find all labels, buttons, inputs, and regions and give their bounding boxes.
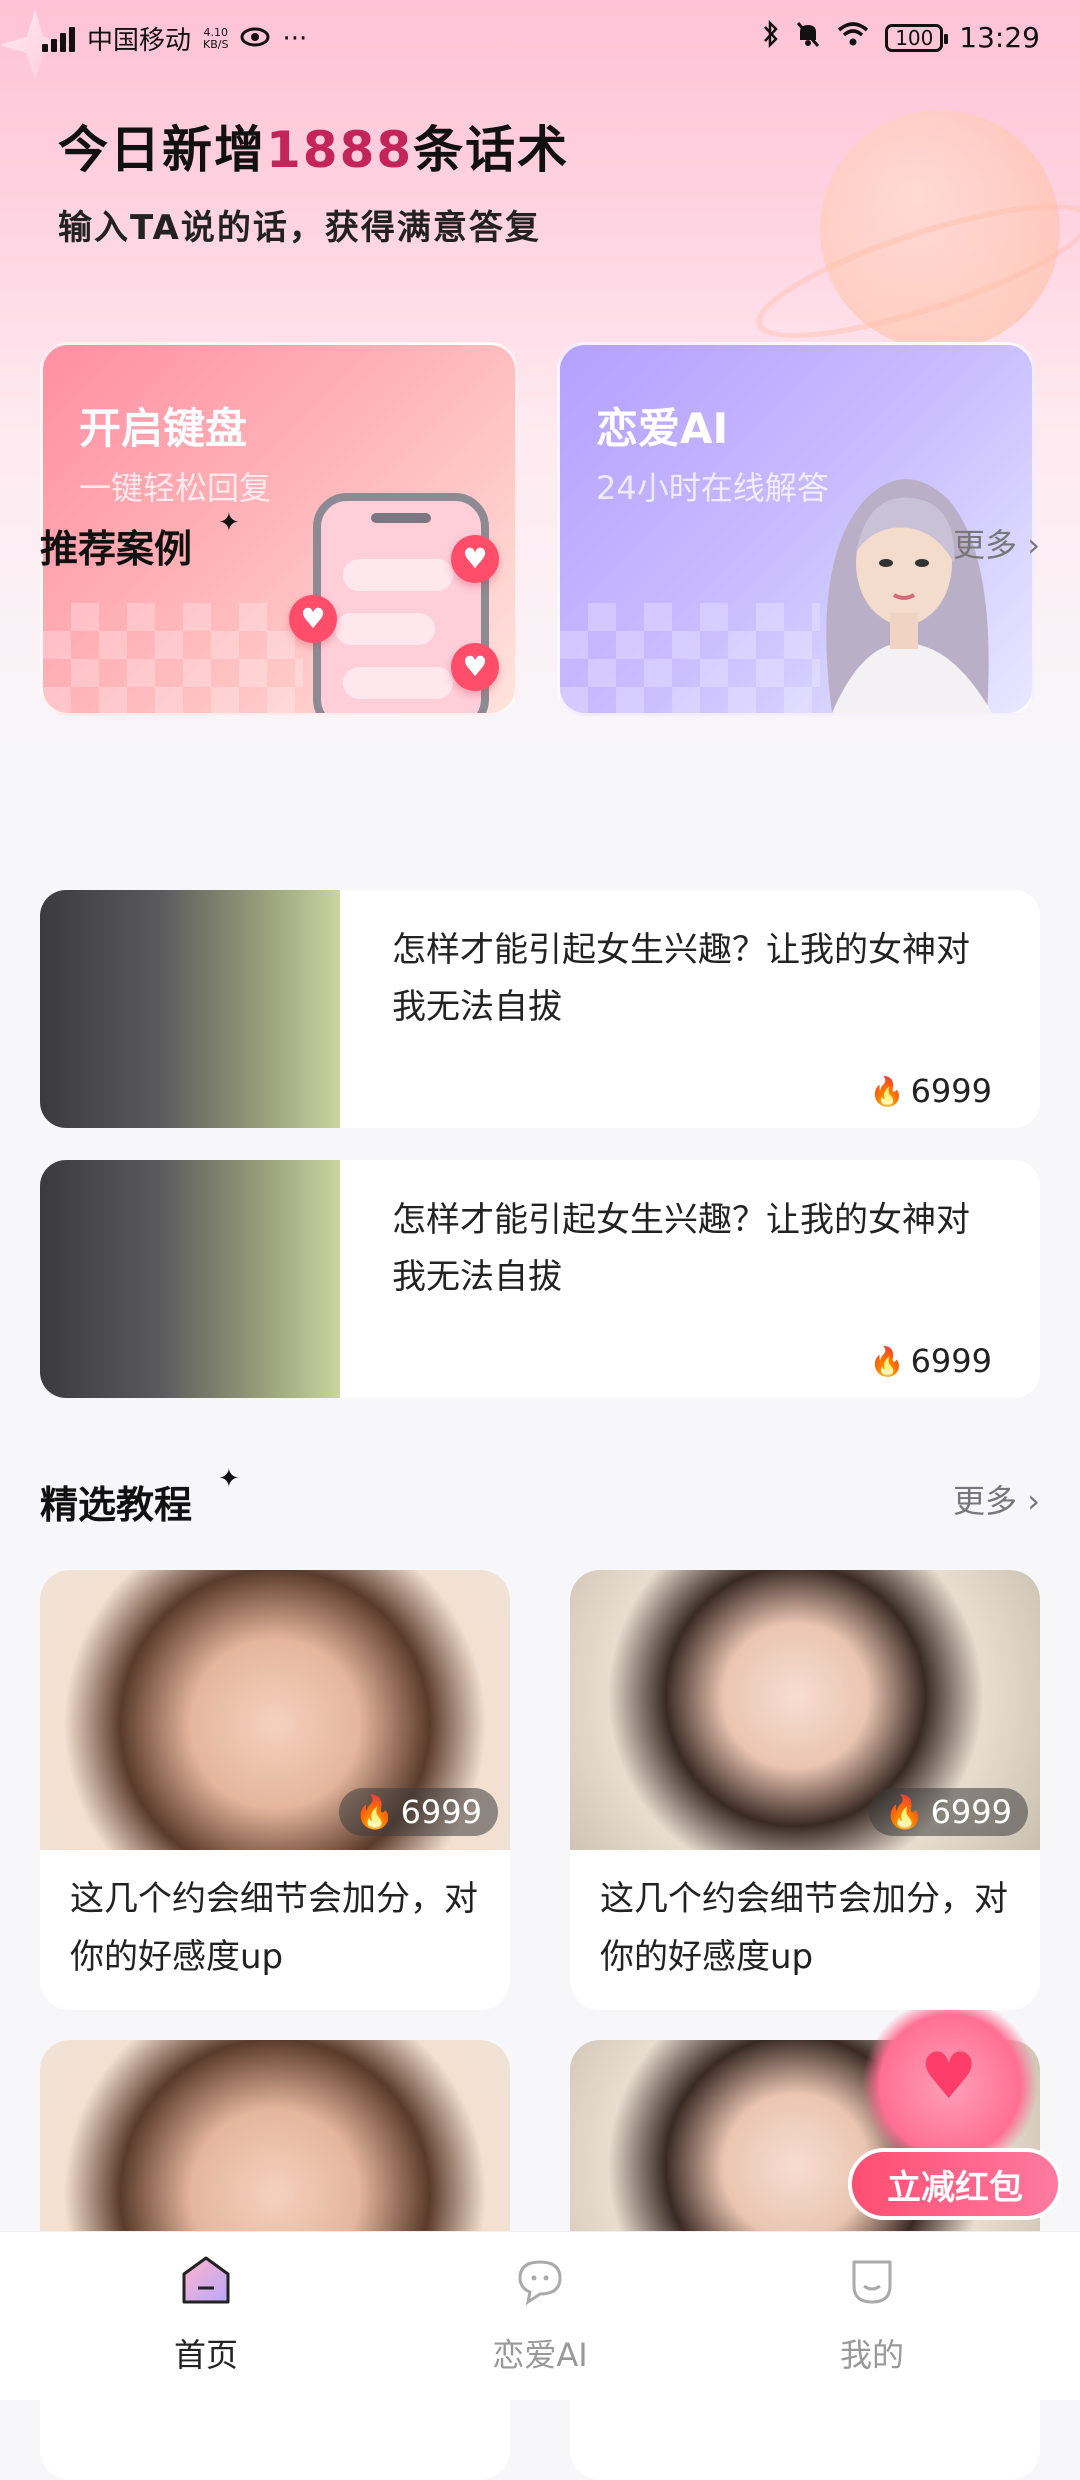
tutorial-title: 这几个约会细节会加分，对你的好感度up (70, 1879, 478, 1977)
clock: 13:29 (959, 21, 1040, 54)
tab-home[interactable]: 首页 (106, 2252, 306, 2376)
chevron-right-icon: › (1017, 526, 1040, 564)
carrier-label: 中国移动 (87, 26, 192, 56)
recommended-section-title: 推荐案例 (40, 527, 193, 571)
flame-icon: 🔥 (884, 1793, 925, 1831)
case-title: 怎样才能引起女生兴趣？让我的女神对我无法自拔 (392, 1200, 970, 1297)
heart-icon: ♥ (451, 643, 499, 691)
signal-icon (42, 26, 75, 52)
case-card[interactable]: 怎样才能引起女生兴趣？让我的女神对我无法自拔 🔥 6999 (40, 1160, 1040, 1398)
case-thumbnail (40, 1160, 340, 1398)
case-card[interactable]: 怎样才能引起女生兴趣？让我的女神对我无法自拔 🔥 6999 (40, 890, 1040, 1128)
tab-love-ai[interactable]: 恋爱AI (440, 2252, 640, 2376)
headline: 今日新增1888条话术 (58, 121, 570, 179)
bottom-tab-bar: 首页 恋爱AI 我的 (0, 2231, 1080, 2400)
status-bar: 中国移动 4.10 KB/S ··· 100 13:29 (0, 0, 1080, 80)
tutorial-card[interactable]: 🔥 6999 这几个约会细节会加分，对你的好感度up (570, 1570, 1040, 2010)
mute-bell-icon (795, 20, 821, 55)
sparkle-icon: ✦ (218, 508, 240, 538)
likes-badge: 🔥 6999 (338, 1788, 498, 1836)
tutorial-title: 这几个约会细节会加分，对你的好感度up (600, 1879, 1008, 1977)
battery-icon: 100 (885, 23, 949, 52)
sparkle-icon: ✦ (218, 1464, 240, 1494)
heart-icon: ♥ (451, 535, 499, 583)
wifi-icon (837, 21, 869, 54)
home-icon (182, 2256, 230, 2304)
likes-badge: 🔥 6999 (868, 1788, 1028, 1836)
flame-icon: 🔥 (354, 1793, 395, 1831)
more-dots: ··· (282, 23, 308, 54)
flame-icon: 🔥 (869, 1344, 905, 1378)
case-thumbnail (40, 890, 340, 1128)
gift-box-icon[interactable]: ♥ (860, 2010, 1040, 2160)
likes-count: 🔥 6999 (869, 1072, 992, 1110)
flame-icon: 🔥 (869, 1074, 905, 1108)
chevron-right-icon: › (1017, 1482, 1040, 1520)
heart-icon: ♥ (289, 595, 337, 643)
feature-subtitle: 一键轻松回复 (79, 469, 272, 507)
tab-profile[interactable]: 我的 (772, 2252, 972, 2376)
profile-icon (852, 2260, 892, 2304)
bluetooth-icon (763, 19, 779, 55)
headline-count: 1888 (266, 121, 414, 179)
feature-title: 恋爱AI (596, 404, 729, 453)
ai-avatar-portrait (826, 479, 992, 713)
net-speed: 4.10 KB/S (203, 25, 229, 51)
feature-title: 开启键盘 (79, 404, 248, 453)
chat-bubble-icon (518, 2260, 562, 2306)
tutorial-card[interactable]: 🔥 6999 这几个约会细节会加分，对你的好感度up (40, 1570, 510, 2010)
recommended-more-link[interactable]: 更多 › (953, 520, 1040, 566)
tutorials-more-link[interactable]: 更多 › (953, 1476, 1040, 1522)
tutorials-section-title: 精选教程 (40, 1483, 193, 1527)
eye-icon (240, 24, 270, 54)
case-title: 怎样才能引起女生兴趣？让我的女神对我无法自拔 (392, 930, 970, 1027)
discount-redpacket-button[interactable]: 立减红包 (848, 2148, 1062, 2220)
likes-count: 🔥 6999 (869, 1342, 992, 1380)
headline-subtitle: 输入TA说的话，获得满意答复 (58, 208, 541, 248)
